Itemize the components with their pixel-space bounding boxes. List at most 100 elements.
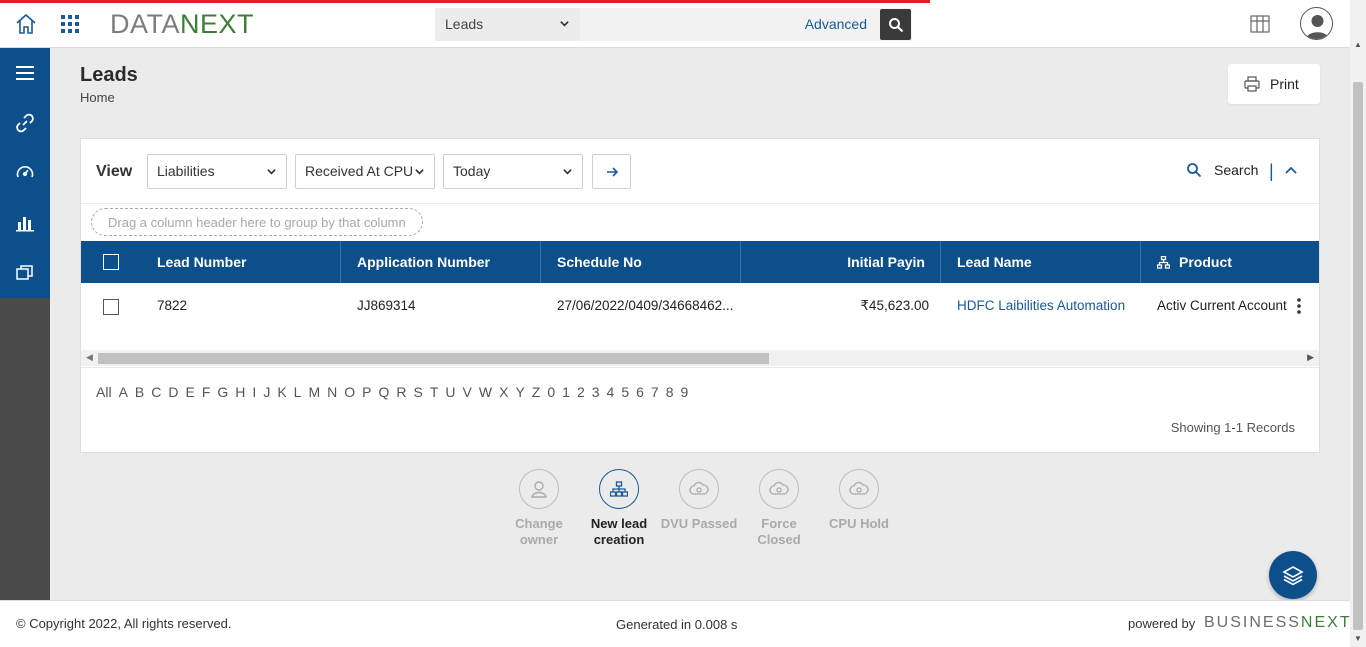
print-button[interactable]: Print	[1228, 64, 1320, 104]
page-title: Leads	[80, 64, 138, 86]
alphabet-filter-0[interactable]: 0	[547, 384, 555, 400]
divider	[81, 367, 1319, 368]
datanext-logo[interactable]: DATANEXT	[110, 9, 254, 40]
alphabet-filter-b[interactable]: B	[135, 384, 144, 400]
alphabet-filter-x[interactable]: X	[499, 384, 508, 400]
cell-application-number: JJ869314	[357, 298, 416, 313]
cloud-icon	[839, 469, 879, 509]
column-header-product[interactable]: Product	[1157, 241, 1232, 283]
select-all-checkbox[interactable]	[103, 254, 119, 270]
alphabet-filter-2[interactable]: 2	[577, 384, 585, 400]
alphabet-filter-7[interactable]: 7	[651, 384, 659, 400]
dvu-passed-action[interactable]: DVU Passed	[659, 469, 739, 532]
page-scrollbar[interactable]: ▲ ▼	[1350, 0, 1366, 647]
org-chart-icon	[599, 469, 639, 509]
alphabet-filter-v[interactable]: V	[463, 384, 472, 400]
column-header-initial-payin[interactable]: Initial Payin	[847, 241, 925, 283]
alphabet-filter-z[interactable]: Z	[532, 384, 541, 400]
scroll-right-icon[interactable]: ▶	[1307, 352, 1314, 363]
alphabet-filter-s[interactable]: S	[414, 384, 423, 400]
grid-horizontal-scrollbar[interactable]: ◀ ▶	[81, 350, 1319, 366]
search-entity-select[interactable]: Leads	[435, 8, 580, 41]
alphabet-filter-g[interactable]: G	[217, 384, 228, 400]
link-icon[interactable]	[14, 112, 36, 134]
horizontal-scrollbar-thumb[interactable]	[98, 353, 769, 364]
alphabet-filter-h[interactable]: H	[235, 384, 245, 400]
search-icon	[1187, 163, 1202, 178]
scrollbar-thumb[interactable]	[1353, 82, 1363, 630]
alphabet-filter-9[interactable]: 9	[681, 384, 689, 400]
view-period-select[interactable]: Today	[443, 154, 583, 189]
table-row[interactable]: 7822 JJ869314 27/06/2022/0409/34668462..…	[81, 283, 1319, 329]
alphabet-filter-all[interactable]: All	[96, 384, 112, 400]
cpu-hold-action[interactable]: CPU Hold	[819, 469, 899, 532]
app-grid-icon[interactable]	[60, 14, 80, 34]
scroll-down-icon[interactable]: ▼	[1354, 634, 1362, 643]
new-lead-creation-action[interactable]: New lead creation	[579, 469, 659, 548]
alphabet-filter-3[interactable]: 3	[592, 384, 600, 400]
column-header-lead-number[interactable]: Lead Number	[157, 241, 246, 283]
alphabet-filter-o[interactable]: O	[344, 384, 355, 400]
sidebar	[0, 48, 50, 600]
loading-progress-bar	[0, 0, 930, 3]
search-icon	[888, 17, 903, 32]
alphabet-filter-f[interactable]: F	[202, 384, 211, 400]
alphabet-filter-4[interactable]: 4	[607, 384, 615, 400]
scroll-left-icon[interactable]: ◀	[86, 352, 93, 363]
layout-icon[interactable]	[1250, 15, 1270, 33]
dashboard-gauge-icon[interactable]	[14, 162, 36, 184]
home-icon[interactable]	[14, 12, 38, 36]
alphabet-filter-k[interactable]: K	[277, 384, 286, 400]
alphabet-filter-6[interactable]: 6	[636, 384, 644, 400]
alphabet-filter-a[interactable]: A	[119, 384, 128, 400]
alphabet-filter-c[interactable]: C	[151, 384, 161, 400]
alphabet-filter-m[interactable]: M	[308, 384, 320, 400]
scroll-up-icon[interactable]: ▲	[1354, 40, 1362, 49]
row-checkbox[interactable]	[103, 299, 119, 315]
layers-fab-button[interactable]	[1269, 551, 1317, 599]
force-closed-action[interactable]: Force Closed	[739, 469, 819, 548]
change-owner-action[interactable]: Change owner	[499, 469, 579, 548]
alphabet-filter-j[interactable]: J	[263, 384, 270, 400]
menu-icon[interactable]	[14, 62, 36, 84]
breadcrumb-home[interactable]: Home	[80, 90, 115, 105]
windows-icon[interactable]	[14, 262, 36, 284]
alphabet-filter-l[interactable]: L	[294, 384, 302, 400]
alphabet-filter-p[interactable]: P	[362, 384, 371, 400]
advanced-search-link[interactable]: Advanced	[805, 16, 867, 32]
alphabet-filter-y[interactable]: Y	[515, 384, 524, 400]
alphabet-filter-1[interactable]: 1	[562, 384, 570, 400]
column-header-lead-name[interactable]: Lead Name	[957, 241, 1032, 283]
apply-view-button[interactable]	[592, 154, 631, 189]
cell-lead-name-link[interactable]: HDFC Laibilities Automation	[957, 298, 1125, 313]
group-by-drop-zone[interactable]: Drag a column header here to group by th…	[91, 208, 423, 236]
alphabet-filter-u[interactable]: U	[445, 384, 455, 400]
search-button[interactable]	[880, 9, 911, 40]
alphabet-filter-5[interactable]: 5	[621, 384, 629, 400]
alphabet-filter-i[interactable]: I	[252, 384, 256, 400]
chevron-down-icon	[563, 169, 572, 175]
divider	[81, 203, 1319, 204]
user-avatar[interactable]	[1300, 7, 1333, 40]
view-category-select[interactable]: Liabilities	[147, 154, 287, 189]
cell-product: Activ Current Account	[1157, 298, 1287, 313]
column-header-schedule-no[interactable]: Schedule No	[557, 241, 642, 283]
action-label: Force	[761, 516, 797, 531]
row-more-options-icon[interactable]	[1296, 297, 1302, 315]
reports-chart-icon[interactable]	[14, 212, 36, 234]
hierarchy-icon	[1157, 256, 1170, 269]
alphabet-filter-q[interactable]: Q	[378, 384, 389, 400]
column-divider	[740, 241, 741, 283]
grid-search-button[interactable]: Search	[1186, 162, 1258, 178]
view-status-select[interactable]: Received At CPU	[295, 154, 435, 189]
alphabet-filter-w[interactable]: W	[479, 384, 492, 400]
arrow-right-icon	[606, 166, 618, 177]
alphabet-filter-d[interactable]: D	[168, 384, 178, 400]
alphabet-filter-r[interactable]: R	[396, 384, 406, 400]
alphabet-filter-e[interactable]: E	[186, 384, 195, 400]
alphabet-filter-n[interactable]: N	[327, 384, 337, 400]
alphabet-filter-8[interactable]: 8	[666, 384, 674, 400]
collapse-chevron-up-icon[interactable]	[1283, 163, 1299, 177]
column-header-application-number[interactable]: Application Number	[357, 241, 490, 283]
alphabet-filter-t[interactable]: T	[430, 384, 439, 400]
